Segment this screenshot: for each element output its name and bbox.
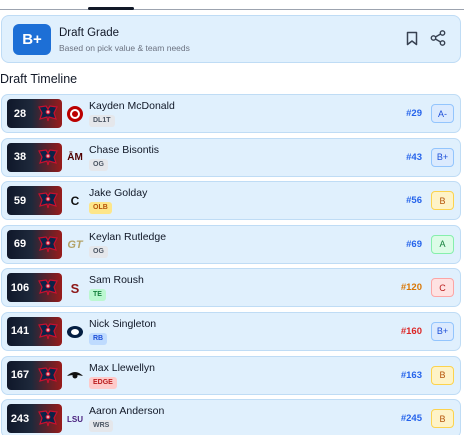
pick-grade-badge: A-	[431, 104, 454, 123]
stanford-logo-icon: S	[70, 280, 80, 296]
texans-logo-icon	[37, 235, 59, 254]
pick-number-badge: 141	[7, 316, 62, 346]
consensus-rank: #69	[406, 238, 422, 250]
pick-number: 141	[10, 325, 30, 338]
player-name: Kayden McDonald	[89, 100, 175, 112]
position-tag: RB	[89, 332, 108, 345]
pick-grade-badge: B+	[431, 147, 454, 167]
draft-pick-row[interactable]: 141 Nick Singleton RB #160 B+	[1, 311, 461, 351]
texans-logo-icon	[37, 366, 59, 385]
player-name: Jake Golday	[89, 187, 148, 200]
player-name: Nick Singleton	[89, 317, 157, 330]
pick-number: 38	[13, 151, 27, 164]
grade-actions	[406, 30, 446, 46]
pick-number-badge: 106	[7, 273, 62, 303]
player-name: Keylan Rutledge	[89, 230, 167, 243]
pick-number-badge: 59	[7, 186, 62, 216]
draft-pick-row[interactable]: 59 C Jake Golday OLB #56 B	[1, 181, 461, 221]
pick-grade-badge: B	[431, 409, 454, 429]
draft-grade-subtitle: Based on pick value & team needs	[59, 43, 190, 53]
player-name: Chase Bisontis	[89, 143, 160, 156]
pick-number-badge: 38	[7, 142, 62, 172]
position-tag: DL1T	[89, 115, 115, 127]
active-tab-indicator	[88, 7, 134, 10]
pick-number: 243	[10, 412, 30, 425]
section-title: Draft Timeline	[0, 72, 78, 86]
draft-pick-row[interactable]: 28 Kayden McDonald DL1T #29 A-	[1, 94, 461, 133]
position-tag: OG	[89, 158, 108, 171]
texans-logo-icon	[37, 191, 59, 210]
consensus-rank: #245	[400, 413, 422, 425]
texans-logo-icon	[37, 104, 59, 123]
draft-pick-row[interactable]: 106 S Sam Roush TE #120 C	[1, 268, 461, 308]
pick-number-badge: 243	[7, 404, 62, 434]
pick-number-badge: 167	[7, 360, 62, 390]
pick-grade-badge: B	[431, 365, 454, 385]
share-icon[interactable]	[430, 30, 446, 46]
pick-number: 106	[10, 281, 30, 294]
consensus-rank: #56	[406, 195, 422, 207]
consensus-rank: #43	[406, 151, 422, 163]
position-tag: EDGE	[89, 376, 117, 389]
pick-grade-badge: B+	[431, 321, 454, 341]
consensus-rank: #120	[400, 282, 422, 294]
georgia-tech-logo-icon: GT	[67, 238, 83, 251]
texas-am-logo-icon: ĀM	[67, 152, 83, 164]
draft-grade-badge: B+	[13, 24, 51, 55]
pick-grade-badge: B	[431, 191, 454, 211]
penn-state-logo-icon	[65, 322, 85, 342]
pick-number: 69	[13, 238, 27, 251]
texans-logo-icon	[37, 322, 59, 341]
position-tag: WRS	[89, 420, 114, 433]
texans-logo-icon	[37, 278, 59, 297]
consensus-rank: #163	[400, 369, 422, 381]
pick-number: 59	[13, 194, 27, 207]
ohio-state-logo-icon	[65, 104, 85, 124]
top-divider	[0, 9, 464, 10]
cincinnati-logo-icon: C	[70, 194, 80, 209]
draft-timeline-list: 28 Kayden McDonald DL1T #29 A- 38 ĀM Chase Biso…	[1, 94, 461, 435]
position-tag: OG	[89, 245, 108, 258]
pick-number-badge: 69	[7, 229, 62, 259]
draft-pick-row[interactable]: 167 Max Llewellyn EDGE #163 B	[1, 355, 461, 395]
position-tag: OLB	[89, 202, 112, 215]
pick-grade-badge: A	[431, 234, 454, 254]
player-name: Sam Roush	[89, 274, 144, 287]
player-name: Max Llewellyn	[89, 361, 155, 374]
bookmark-icon[interactable]	[406, 31, 418, 46]
iowa-logo-icon	[65, 366, 85, 386]
player-name: Aaron Anderson	[89, 405, 165, 418]
texans-logo-icon	[37, 148, 59, 167]
draft-pick-row[interactable]: 69 GT Keylan Rutledge OG #69 A	[1, 224, 461, 264]
pick-number-badge: 28	[7, 99, 62, 128]
lsu-logo-icon: LSU	[67, 414, 83, 424]
draft-pick-row[interactable]: 243 LSU Aaron Anderson WRS #245 B	[1, 399, 461, 435]
consensus-rank: #29	[406, 108, 422, 119]
pick-number: 167	[10, 369, 30, 382]
pick-grade-badge: C	[431, 278, 454, 298]
consensus-rank: #160	[400, 325, 422, 337]
draft-grade-card: B+ Draft Grade Based on pick value & tea…	[1, 15, 461, 63]
position-tag: TE	[89, 289, 106, 302]
draft-pick-row[interactable]: 38 ĀM Chase Bisontis OG #43 B+	[1, 137, 461, 177]
pick-number: 28	[13, 107, 27, 120]
draft-grade-title: Draft Grade	[59, 27, 120, 39]
texans-logo-icon	[37, 409, 59, 428]
